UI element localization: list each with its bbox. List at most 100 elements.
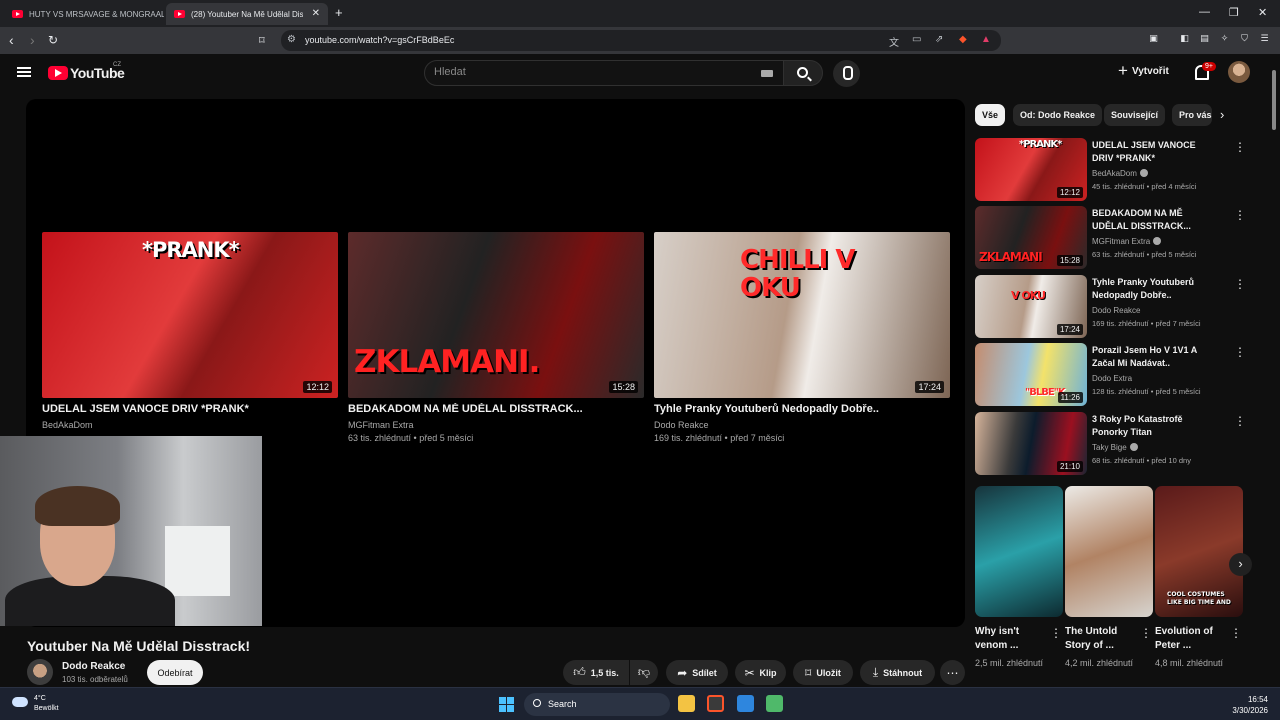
short-card[interactable]: Why isn't venom ... 2,5 mil. zhlédnutí ⋮ [975,486,1063,670]
bookmark-icon: ⌑ [805,665,812,680]
related-video[interactable]: *PRANK* 12:12 UDELAL JSEM VANOCE DRIV *P… [975,138,1246,202]
bookmark-icon[interactable]: ⌑ [259,34,265,47]
app-icon[interactable] [737,695,754,712]
related-video[interactable]: "BLBE"K 11:26 Porazil Jsem Ho V 1V1 A Za… [975,343,1246,407]
forward-icon[interactable]: › [30,32,35,48]
endscreen-meta: 63 tis. zhlédnutí • před 5 měsíci [348,433,474,443]
endscreen-meta: 169 tis. zhlédnutí • před 7 měsíci [654,433,785,443]
chip-all[interactable]: Vše [975,104,1006,126]
browser-tab[interactable]: HUTY VS MRSAVAGE & MONGRAAL [4,3,164,25]
voice-search-button[interactable] [833,60,860,87]
more-actions-button[interactable]: ⋯ [940,660,965,685]
related-channel: MGFitman Extra [1092,237,1151,246]
person-hair [35,486,120,526]
wallet-icon[interactable]: ▤ [1198,33,1211,46]
browser-tab-bar: HUTY VS MRSAVAGE & MONGRAAL (28) Youtube… [0,0,1280,27]
related-video[interactable]: V OKU 17:24 Tyhle Pranky Youtuberů Nedop… [975,275,1246,339]
channel-avatar[interactable] [27,659,53,685]
more-vertical-icon[interactable]: ⋮ [1234,208,1246,222]
brave-shield-icon[interactable]: ◆ [959,34,967,45]
windows-start-icon[interactable] [499,697,514,712]
back-icon[interactable]: ‹ [9,32,14,48]
search-icon [797,67,808,78]
video-duration: 17:24 [1056,324,1083,335]
short-views: 4,2 mil. zhlédnutí [1065,658,1134,668]
short-thumbnail [1065,486,1153,617]
more-vertical-icon[interactable]: ⋮ [1234,277,1246,291]
system-clock[interactable]: 16:54 3/30/2026 [1232,694,1268,716]
download-button[interactable]: ⤓ Stáhnout [860,660,935,685]
share-icon: ➦ [677,665,688,680]
clip-button[interactable]: ✂ Klip [735,660,786,685]
reload-icon[interactable]: ↻ [48,33,58,47]
hamburger-menu-icon[interactable] [17,67,31,77]
new-tab-button[interactable]: + [335,5,343,20]
more-vertical-icon[interactable]: ⋮ [1230,626,1242,640]
short-card[interactable]: COOL COSTUMES LIKE BIG TIME AND Evolutio… [1155,486,1243,670]
subscribe-button[interactable]: Odebírat [147,660,203,685]
vpn-icon[interactable]: ⛉ [1238,33,1251,46]
maximize-button[interactable]: ❐ [1229,6,1239,19]
like-button[interactable]: 👍︎ 1,5 tis. [563,660,629,685]
leo-ai-icon[interactable]: ✧ [1218,33,1231,46]
chip-related[interactable]: Související [1104,104,1166,126]
search-button[interactable] [783,60,823,86]
more-vertical-icon[interactable]: ⋮ [1050,626,1062,640]
related-video[interactable]: ZKLAMANI 15:28 BEDAKADOM NA MĚ UDĚLAL DI… [975,206,1246,270]
thumbnail-overlay-text: ZKLAMANI. [354,344,540,380]
related-video[interactable]: 21:10 3 Roky Po Katastrofě Ponorky Titan… [975,412,1246,476]
chip-for-you[interactable]: Pro vás [1172,104,1212,126]
cast-icon[interactable]: ▭ [912,34,921,45]
close-window-button[interactable]: ✕ [1258,6,1267,19]
channel-name[interactable]: Dodo Reakce [62,661,125,672]
file-explorer-icon[interactable] [678,695,695,712]
scrollbar-thumb[interactable] [1272,70,1276,130]
more-vertical-icon[interactable]: ⋮ [1140,626,1152,640]
endscreen-video-card[interactable]: CHILLI V OKU 17:24 Tyhle Pranky Youtuber… [654,232,950,443]
brave-browser-icon[interactable] [707,695,724,712]
chevron-right-icon[interactable]: › [1220,107,1224,122]
chip-from-channel[interactable]: Od: Dodo Reakce [1013,104,1103,126]
app-icon[interactable] [766,695,783,712]
related-meta: 63 tis. zhlédnutí • před 5 měsíci [1092,250,1197,259]
menu-icon[interactable]: ☰ [1258,33,1271,46]
keyboard-icon[interactable] [761,70,773,77]
minimize-button[interactable]: — [1199,6,1210,18]
browser-tab-active[interactable]: (28) Youtuber Na Mě Udělal Diss ✕ [166,3,328,25]
taskbar-search[interactable]: Search [524,693,670,716]
endscreen-channel: MGFitman Extra [348,420,414,430]
account-avatar[interactable] [1228,61,1250,83]
more-vertical-icon[interactable]: ⋮ [1234,414,1246,428]
create-button[interactable]: + Vytvořit [1118,62,1169,79]
verified-icon [1139,169,1148,177]
close-tab-icon[interactable]: ✕ [312,8,320,19]
endscreen-thumbnail: *PRANK* 12:12 [42,232,338,398]
save-button[interactable]: ⌑ Uložit [793,660,853,685]
share-page-icon[interactable]: ⇗ [935,34,943,45]
side-panel-icon[interactable]: ◧ [1178,33,1191,46]
more-vertical-icon[interactable]: ⋮ [1234,345,1246,359]
endscreen-video-card[interactable]: ZKLAMANI. 15:28 BEDAKADOM NA MĚ UDĚLAL D… [348,232,644,443]
share-button[interactable]: ➦ Sdílet [666,660,728,685]
scrollbar[interactable] [1271,62,1277,687]
video-duration: 15:28 [1056,255,1083,266]
dislike-button[interactable]: 👎︎ [630,660,658,685]
related-meta: 68 tis. zhlédnutí • před 10 dny [1092,456,1191,465]
site-info-icon[interactable]: ⚙ [287,34,296,45]
search-input[interactable] [434,66,734,78]
short-views: 2,5 mil. zhlédnutí [975,658,1044,668]
short-card[interactable]: The Untold Story of ... 4,2 mil. zhlédnu… [1065,486,1153,670]
brave-rewards-icon[interactable]: ▲ [981,34,991,45]
related-title: Tyhle Pranky Youtuberů Nedopadly Dobře.. [1092,277,1195,300]
create-label: Vytvořit [1131,65,1169,77]
address-bar[interactable]: ⚙ youtube.com/watch?v=gsCrFBdBeEc 文 ▭ ⇗ … [281,30,1001,51]
related-thumbnail: *PRANK* 12:12 [975,138,1087,201]
sidebar-toggle-icon[interactable]: ▣ [1147,33,1160,46]
more-vertical-icon[interactable]: ⋮ [1234,140,1246,154]
chevron-right-icon[interactable]: › [1229,553,1252,576]
cloud-icon[interactable] [12,697,28,707]
youtube-logo[interactable]: YouTube CZ [48,62,125,81]
thumbnail-overlay-text: ZKLAMANI [979,250,1043,264]
endscreen-video-card[interactable]: *PRANK* 12:12 UDELAL JSEM VANOCE DRIV *P… [42,232,338,430]
translate-icon[interactable]: 文 [889,34,899,49]
